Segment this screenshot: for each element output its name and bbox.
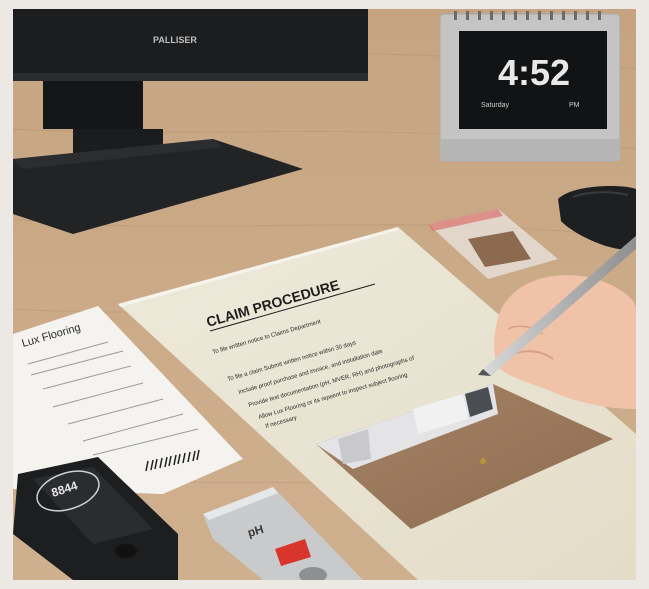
clock-time: 4:52 <box>498 52 570 93</box>
clock-day: Saturday <box>481 102 510 109</box>
monitor-brand: PALLISER <box>153 35 197 45</box>
photo: PALLISER 4:52 Saturday PM CLAIM PROCEDUR… <box>13 9 636 580</box>
desk-scene: PALLISER 4:52 Saturday PM CLAIM PROCEDUR… <box>13 9 636 580</box>
desk-clock: 4:52 Saturday PM <box>439 11 621 162</box>
clock-ampm: PM <box>569 102 580 109</box>
